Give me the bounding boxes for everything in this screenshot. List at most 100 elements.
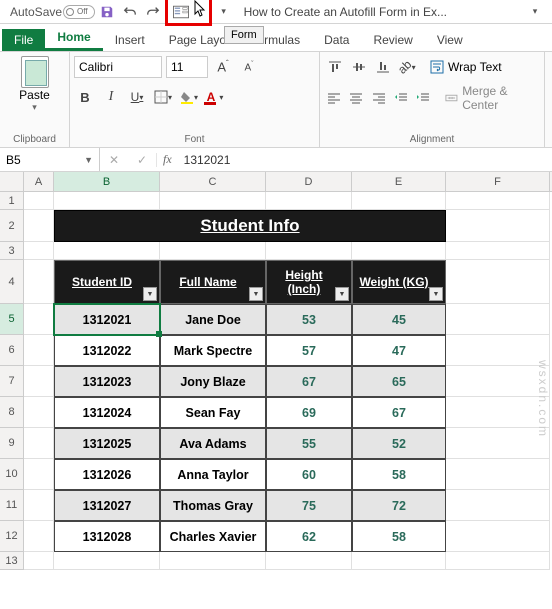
- italic-button[interactable]: I: [100, 86, 122, 108]
- cell-weight[interactable]: 72: [352, 490, 446, 521]
- shrink-font-icon[interactable]: Aˇ: [238, 56, 260, 78]
- row-header[interactable]: 5: [0, 304, 24, 335]
- cell[interactable]: [446, 428, 550, 459]
- col-header-f[interactable]: F: [446, 172, 550, 191]
- cell[interactable]: [160, 242, 266, 260]
- header-weight[interactable]: Weight (KG)▼: [352, 260, 446, 304]
- cell[interactable]: [54, 552, 160, 570]
- cell-student-id[interactable]: 1312028: [54, 521, 160, 552]
- row-header[interactable]: 6: [0, 335, 24, 366]
- cell-height[interactable]: 69: [266, 397, 352, 428]
- filter-icon[interactable]: ▼: [249, 287, 263, 301]
- cancel-formula-icon[interactable]: ✕: [100, 153, 128, 167]
- cell-weight[interactable]: 47: [352, 335, 446, 366]
- cell-height[interactable]: 75: [266, 490, 352, 521]
- cell[interactable]: [24, 397, 54, 428]
- underline-button[interactable]: U▾: [126, 86, 148, 108]
- cell[interactable]: [266, 242, 352, 260]
- title-dropdown-icon[interactable]: ▾: [524, 6, 546, 17]
- col-header-c[interactable]: C: [160, 172, 266, 191]
- cell[interactable]: [446, 260, 550, 304]
- cell-height[interactable]: 55: [266, 428, 352, 459]
- header-full-name[interactable]: Full Name▼: [160, 260, 266, 304]
- cell-full-name[interactable]: Anna Taylor: [160, 459, 266, 490]
- name-box[interactable]: B5 ▼: [0, 148, 100, 171]
- cell-weight[interactable]: 58: [352, 521, 446, 552]
- borders-icon[interactable]: ▾: [152, 86, 174, 108]
- cell-student-id[interactable]: 1312027: [54, 490, 160, 521]
- cell[interactable]: [24, 260, 54, 304]
- cell[interactable]: [24, 459, 54, 490]
- cell[interactable]: [24, 210, 54, 242]
- cell-student-id[interactable]: 1312021: [54, 304, 160, 335]
- cell-height[interactable]: 62: [266, 521, 352, 552]
- align-middle-icon[interactable]: [348, 56, 370, 78]
- cell[interactable]: [446, 210, 550, 242]
- row-header[interactable]: 13: [0, 552, 24, 570]
- save-icon[interactable]: [96, 5, 118, 19]
- cell-full-name[interactable]: Charles Xavier: [160, 521, 266, 552]
- cell[interactable]: [352, 552, 446, 570]
- col-header-b[interactable]: B: [54, 172, 160, 191]
- cell[interactable]: [24, 192, 54, 210]
- align-left-icon[interactable]: [324, 87, 344, 109]
- cell-full-name[interactable]: Ava Adams: [160, 428, 266, 459]
- redo-icon[interactable]: [142, 5, 164, 19]
- cell[interactable]: [446, 552, 550, 570]
- header-height[interactable]: Height (Inch)▼: [266, 260, 352, 304]
- row-header[interactable]: 11: [0, 490, 24, 521]
- autosave-toggle[interactable]: Off: [63, 5, 95, 19]
- row-header[interactable]: 9: [0, 428, 24, 459]
- cell[interactable]: [160, 552, 266, 570]
- increase-indent-icon[interactable]: [413, 87, 433, 109]
- cell-height[interactable]: 67: [266, 366, 352, 397]
- cell[interactable]: [352, 242, 446, 260]
- form-icon[interactable]: [170, 5, 192, 19]
- decrease-indent-icon[interactable]: [391, 87, 411, 109]
- col-header-a[interactable]: A: [24, 172, 54, 191]
- cell[interactable]: [24, 242, 54, 260]
- cell[interactable]: [54, 192, 160, 210]
- font-size-combo[interactable]: [166, 56, 208, 78]
- col-header-d[interactable]: D: [266, 172, 352, 191]
- formula-input[interactable]: 1312021: [178, 153, 552, 167]
- row-header[interactable]: 12: [0, 521, 24, 552]
- paste-button[interactable]: Paste ▾: [4, 56, 65, 113]
- cell[interactable]: [24, 335, 54, 366]
- orientation-icon[interactable]: ab▾: [396, 56, 418, 78]
- col-header-e[interactable]: E: [352, 172, 446, 191]
- cell-student-id[interactable]: 1312026: [54, 459, 160, 490]
- cell[interactable]: [446, 192, 550, 210]
- cell-full-name[interactable]: Sean Fay: [160, 397, 266, 428]
- cell[interactable]: [24, 366, 54, 397]
- filter-icon[interactable]: ▼: [429, 287, 443, 301]
- cell[interactable]: [266, 552, 352, 570]
- row-header[interactable]: 10: [0, 459, 24, 490]
- cell[interactable]: [446, 242, 550, 260]
- align-bottom-icon[interactable]: [372, 56, 394, 78]
- title-cell[interactable]: Student Info: [54, 210, 446, 242]
- cell[interactable]: [446, 304, 550, 335]
- tab-data[interactable]: Data: [312, 29, 361, 51]
- cell[interactable]: [352, 192, 446, 210]
- cell[interactable]: [446, 490, 550, 521]
- cell-student-id[interactable]: 1312024: [54, 397, 160, 428]
- header-student-id[interactable]: Student ID▼: [54, 260, 160, 304]
- cell[interactable]: [446, 397, 550, 428]
- filter-icon[interactable]: ▼: [143, 287, 157, 301]
- undo-icon[interactable]: [119, 5, 141, 19]
- cell[interactable]: [24, 304, 54, 335]
- cell[interactable]: [446, 521, 550, 552]
- row-header[interactable]: 7: [0, 366, 24, 397]
- cell-student-id[interactable]: 1312025: [54, 428, 160, 459]
- align-top-icon[interactable]: [324, 56, 346, 78]
- select-all-corner[interactable]: [0, 172, 24, 191]
- cell-full-name[interactable]: Jony Blaze: [160, 366, 266, 397]
- cell[interactable]: [266, 192, 352, 210]
- file-tab[interactable]: File: [2, 29, 45, 51]
- font-color-icon[interactable]: A▾: [204, 86, 226, 108]
- cell-height[interactable]: 57: [266, 335, 352, 366]
- cell[interactable]: [24, 521, 54, 552]
- wrap-text-button[interactable]: Wrap Text: [430, 60, 502, 74]
- cell-height[interactable]: 53: [266, 304, 352, 335]
